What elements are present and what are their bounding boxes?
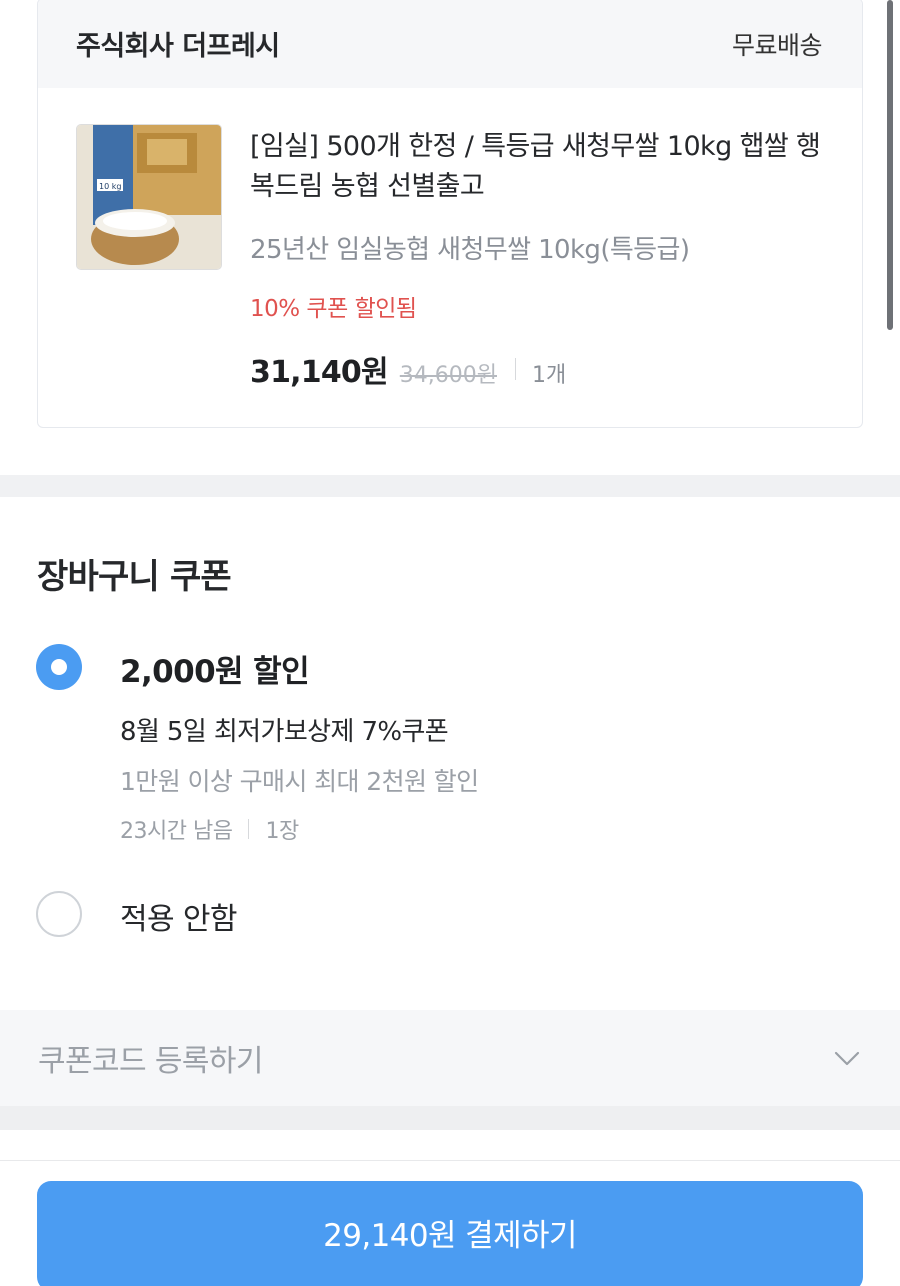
product-thumbnail[interactable]: 10 kg <box>76 124 222 270</box>
chevron-down-icon <box>834 1051 860 1066</box>
no-coupon-label[interactable]: 적용 안함 <box>120 894 238 938</box>
no-coupon-radio[interactable] <box>36 891 82 937</box>
footer-divider <box>0 1160 900 1161</box>
bag-weight-label: 10 kg <box>99 182 121 191</box>
section-divider <box>0 1106 900 1130</box>
cart-coupon-title: 장바구니 쿠폰 <box>37 557 232 597</box>
coupon-count: 1장 <box>265 819 299 844</box>
coupon-meta: 23시간 남음 1장 <box>120 813 299 845</box>
seller-header: 주식회사 더프레시 무료배송 <box>38 0 862 88</box>
original-price: 34,600원 <box>399 363 497 388</box>
divider <box>248 819 250 839</box>
coupon-applied-badge: 10% 쿠폰 할인됨 <box>250 296 417 322</box>
price-row: 31,140원 34,600원 1개 <box>250 347 566 391</box>
shipping-label: 무료배송 <box>731 30 823 60</box>
seller-name: 주식회사 더프레시 <box>76 31 280 62</box>
order-item-card: 주식회사 더프레시 무료배송 10 kg [임실] 500개 한정 / 특등급 … <box>37 0 863 428</box>
pay-button[interactable]: 29,140원 결제하기 <box>37 1181 863 1286</box>
section-divider <box>0 475 900 497</box>
coupon-name: 8월 5일 최저가보상제 7%쿠폰 <box>120 717 449 747</box>
scrollbar[interactable] <box>887 0 893 330</box>
product-option: 25년산 임실농협 새청무쌀 10kg(특등급) <box>250 235 690 265</box>
rice-bag-product-photo: 10 kg <box>77 125 221 269</box>
coupon-remaining-time: 23시간 남음 <box>120 819 233 844</box>
radio-dot <box>51 659 67 675</box>
coupon-radio-selected[interactable] <box>36 644 82 690</box>
coupon-code-toggle[interactable]: 쿠폰코드 등록하기 <box>0 1010 900 1106</box>
coupon-condition: 1만원 이상 구매시 최대 2천원 할인 <box>120 767 479 796</box>
product-title[interactable]: [임실] 500개 한정 / 특등급 새청무쌀 10kg 햅쌀 행복드림 농협 … <box>250 127 830 207</box>
quantity: 1개 <box>532 363 567 388</box>
sale-price: 31,140원 <box>250 355 389 390</box>
coupon-code-label: 쿠폰코드 등록하기 <box>38 1044 264 1079</box>
coupon-discount-amount[interactable]: 2,000원 할인 <box>120 646 310 691</box>
checkout-page: 주식회사 더프레시 무료배송 10 kg [임실] 500개 한정 / 특등급 … <box>0 0 900 1286</box>
divider <box>515 358 516 380</box>
